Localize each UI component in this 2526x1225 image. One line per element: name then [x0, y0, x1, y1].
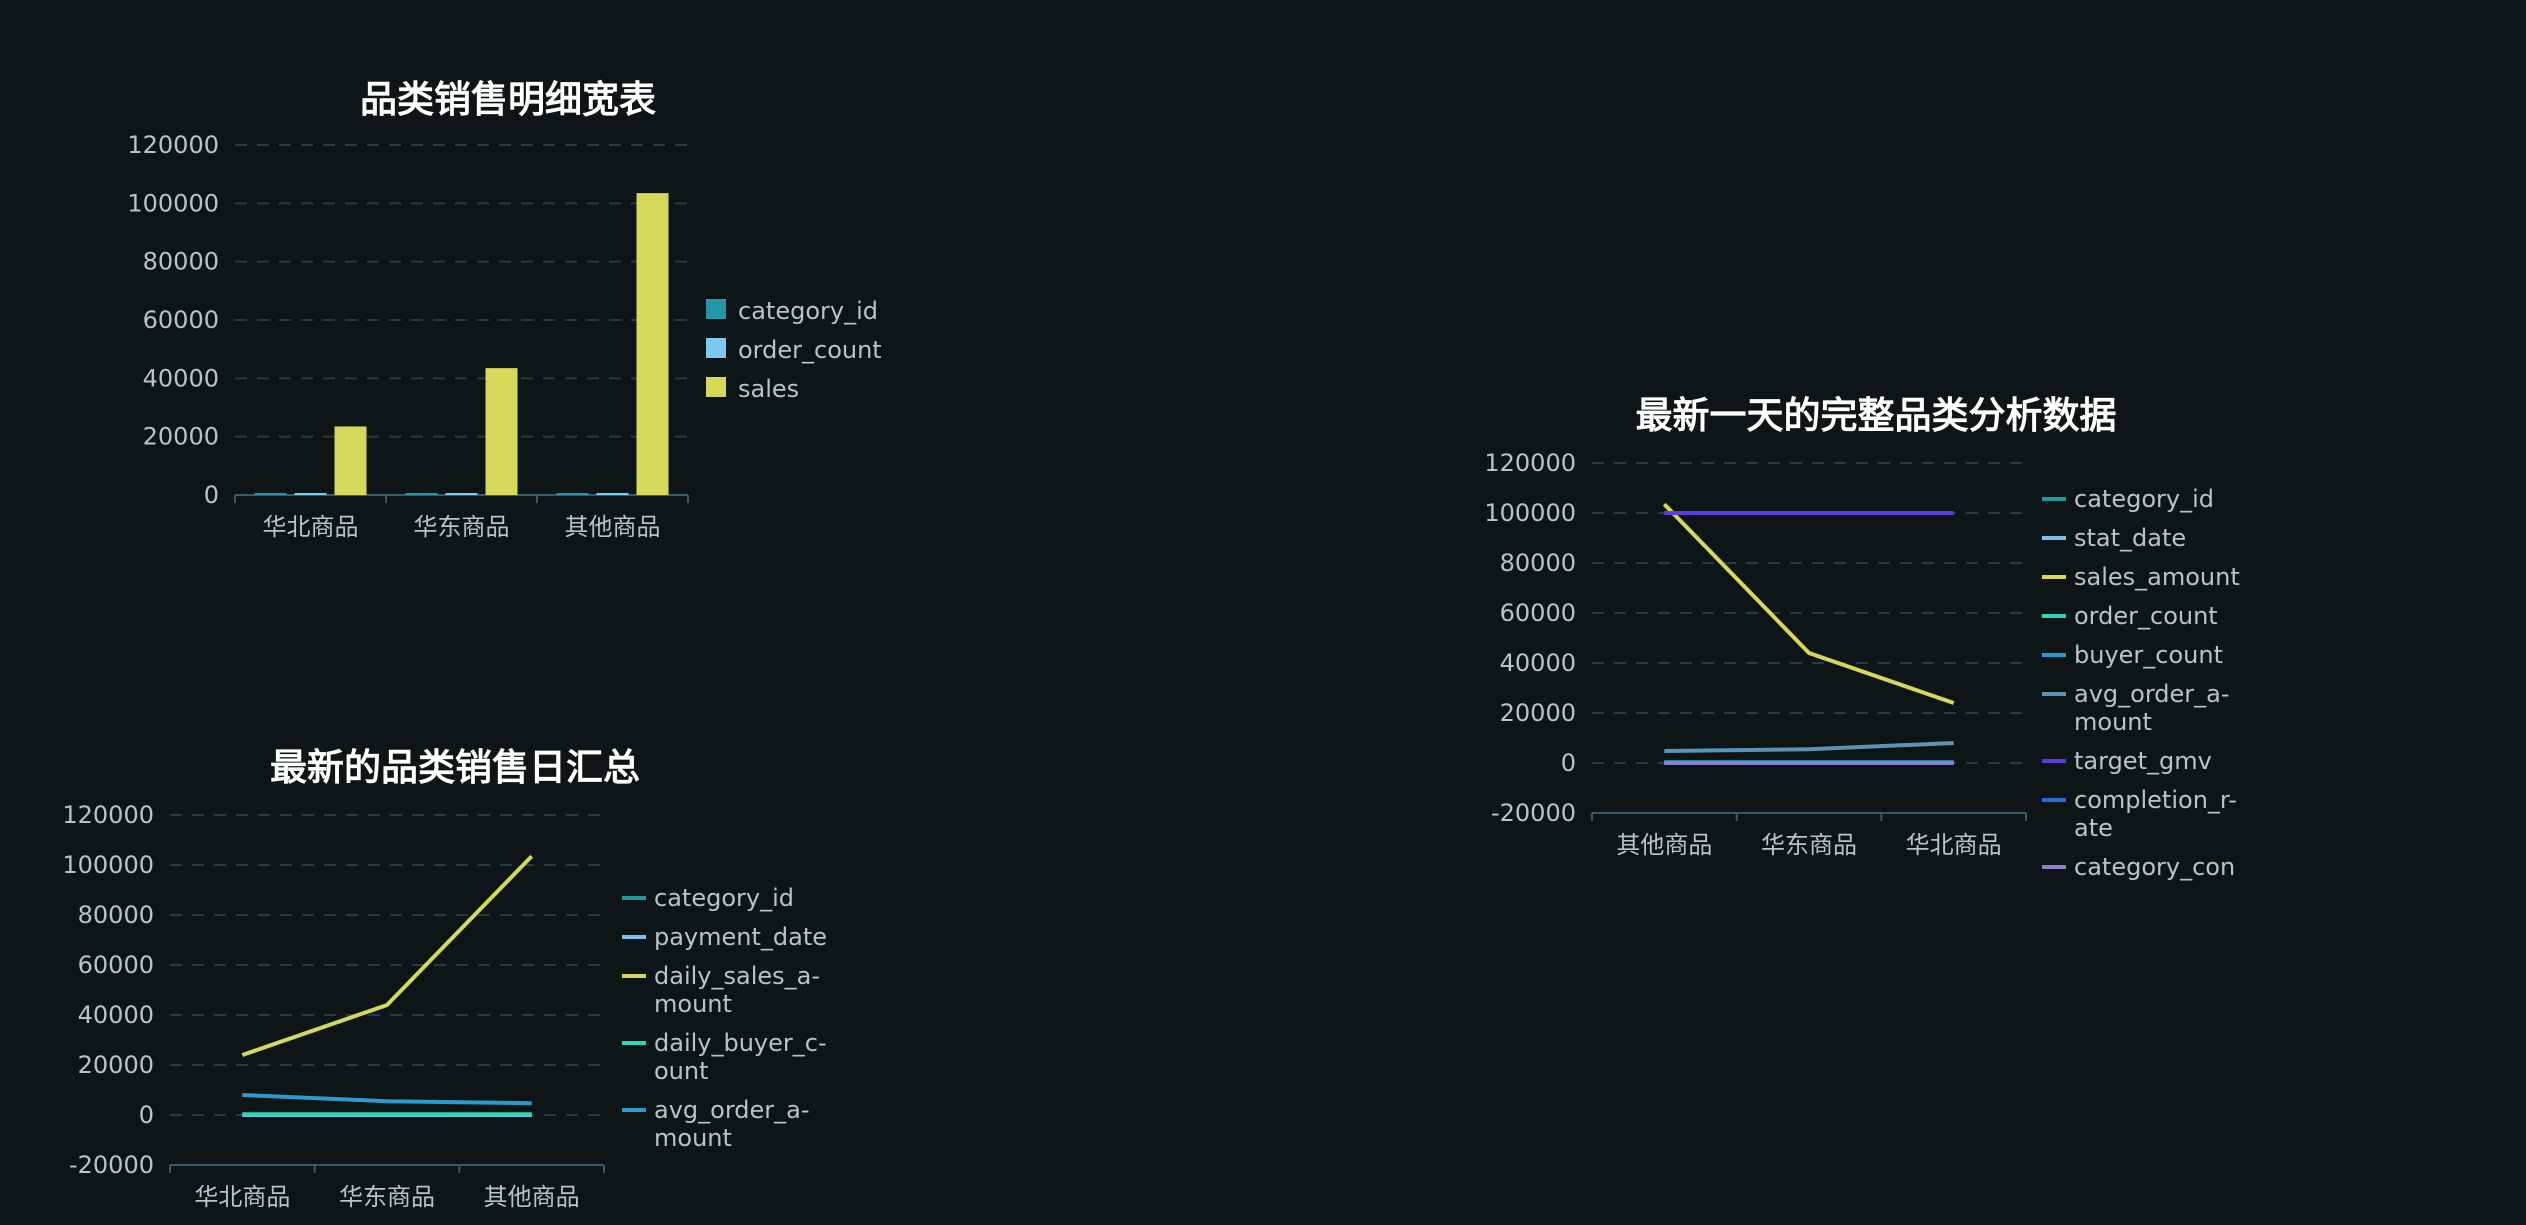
legend-label-cont: mount: [654, 1124, 732, 1152]
y-tick-label: 120000: [62, 801, 154, 829]
y-tick-label: 20000: [78, 1051, 154, 1079]
legend-swatch: [706, 299, 726, 319]
bar-sales: [485, 368, 518, 495]
y-tick-label: 20000: [143, 423, 219, 451]
category-sales-bar-chart: 品类销售明细宽表 0 20000 40000 60000 80000 100000 12000…: [127, 78, 882, 541]
y-tick-label: 20000: [1500, 699, 1576, 727]
legend-label: completion_r-: [2074, 786, 2237, 814]
legend-label: category_id: [654, 884, 794, 912]
legend-label: buyer_count: [2074, 641, 2223, 669]
legend-label: category_id: [2074, 485, 2214, 513]
series-line-daily-sales-a-mount: [241, 854, 534, 1057]
legend-label: avg_order_a-: [2074, 680, 2230, 708]
y-tick-label: 120000: [1484, 449, 1576, 477]
chart-title: 最新一天的完整品类分析数据: [1636, 394, 2117, 437]
chart-title: 最新的品类销售日汇总: [270, 746, 640, 789]
bar-order-count: [596, 493, 629, 495]
y-tick-label: 40000: [143, 364, 219, 392]
legend-label: order_count: [738, 336, 882, 364]
legend-label: sales: [738, 375, 799, 403]
bar-chart-panel: 品类销售明细宽表 0 20000 40000 60000 80000 100000 12000…: [0, 0, 900, 560]
y-tick-label: 40000: [1500, 649, 1576, 677]
legend-label: order_count: [2074, 602, 2218, 630]
y-tick-label: -20000: [69, 1151, 154, 1179]
legend-label-cont: ount: [654, 1057, 709, 1085]
x-tick-label: 华北商品: [194, 1183, 290, 1211]
y-tick-label: 60000: [143, 306, 219, 334]
y-tick-label: 80000: [1500, 549, 1576, 577]
legend-label: daily_buyer_c-: [654, 1029, 827, 1057]
legend-label-cont: mount: [654, 990, 732, 1018]
series-line-sales-amount: [1662, 502, 1955, 705]
bar-order-count: [294, 493, 327, 495]
x-tick-label: 华东商品: [1761, 831, 1857, 859]
x-tick-label: 其他商品: [484, 1183, 580, 1211]
bar-sales: [636, 193, 669, 495]
chart-title: 品类销售明细宽表: [360, 78, 656, 121]
latest-day-analysis-line-chart: 最新一天的完整品类分析数据 -20000 0 20000 40000 60000 80000…: [1484, 394, 2240, 881]
x-tick-label: 其他商品: [565, 513, 661, 541]
series-line-avg-order-a-mount: [1664, 741, 1954, 753]
x-tick-label: 华东商品: [414, 513, 510, 541]
bar-category-id: [405, 493, 438, 495]
series-line-avg-order-a-mount: [242, 1093, 532, 1106]
y-tick-label: 100000: [62, 851, 154, 879]
y-tick-label: 100000: [1484, 499, 1576, 527]
legend-label: avg_order_a-: [654, 1096, 810, 1124]
y-tick-label: 120000: [127, 131, 219, 159]
legend-label: stat_date: [2074, 524, 2186, 552]
bar-sales: [334, 426, 367, 495]
legend-swatch: [706, 338, 726, 358]
legend-label: target_gmv: [2074, 747, 2212, 775]
legend-label: payment_date: [654, 923, 827, 951]
bar-category-id: [254, 493, 287, 495]
legend-label-cont: mount: [2074, 708, 2152, 736]
legend-label-cont: ate: [2074, 814, 2113, 842]
legend-swatch: [706, 377, 726, 397]
y-tick-label: 80000: [143, 248, 219, 276]
bar-category-id: [556, 493, 589, 495]
latest-day-analysis-panel: 最新一天的完整品类分析数据 -20000 0 20000 40000 60000 80000…: [1450, 350, 2250, 910]
daily-summary-line-chart: 最新的品类销售日汇总 -20000 0 20000 40000 60000 80000 100…: [62, 746, 827, 1211]
y-tick-label: -20000: [1491, 799, 1576, 827]
y-tick-label: 0: [204, 481, 219, 509]
y-tick-label: 0: [139, 1101, 154, 1129]
x-tick-label: 其他商品: [1616, 831, 1712, 859]
x-tick-label: 华东商品: [339, 1183, 435, 1211]
bar-order-count: [445, 493, 478, 495]
y-tick-label: 60000: [1500, 599, 1576, 627]
daily-summary-line-panel: 最新的品类销售日汇总 -20000 0 20000 40000 60000 80000 100…: [0, 680, 900, 1225]
y-tick-label: 100000: [127, 189, 219, 217]
y-tick-label: 80000: [78, 901, 154, 929]
y-tick-label: 60000: [78, 951, 154, 979]
legend-label: category_id: [738, 297, 878, 325]
legend-label: daily_sales_a-: [654, 962, 820, 990]
x-tick-label: 华北商品: [1906, 831, 2002, 859]
x-tick-label: 华北商品: [263, 513, 359, 541]
y-tick-label: 0: [1561, 749, 1576, 777]
y-tick-label: 40000: [78, 1001, 154, 1029]
legend-label: category_con: [2074, 853, 2235, 881]
legend-label: sales_amount: [2074, 563, 2240, 591]
